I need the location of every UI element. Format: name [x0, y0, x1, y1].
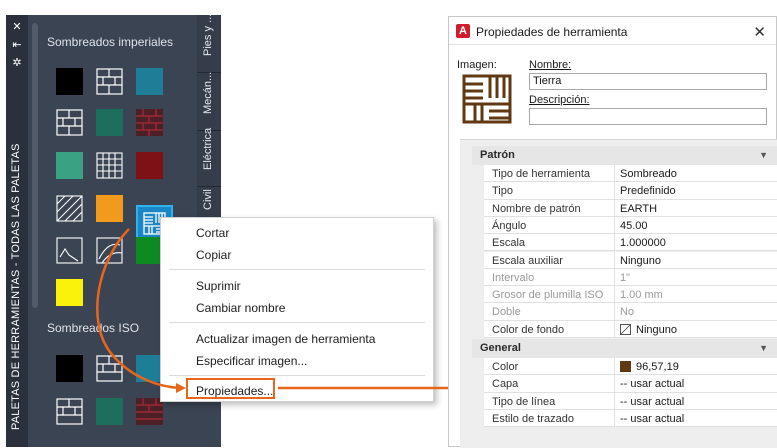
property-row[interactable]: Escala auxiliar Ninguno	[484, 251, 777, 269]
property-value: No	[620, 306, 635, 319]
property-row[interactable]: Ángulo 45.00	[484, 216, 777, 235]
collapse-icon[interactable]: ▼	[759, 339, 768, 358]
property-value[interactable]: EARTH	[620, 203, 657, 215]
property-name: Escala	[492, 237, 526, 250]
property-row[interactable]: Tipo de línea -- usar actual	[484, 392, 777, 410]
autocad-icon: A	[456, 24, 470, 38]
property-value[interactable]: 96,57,19	[620, 361, 679, 373]
property-row[interactable]: Doble No	[484, 303, 777, 321]
property-name: Tipo	[492, 185, 513, 198]
property-value[interactable]: 1.000000	[620, 237, 666, 249]
description-label: Descripción:	[529, 94, 590, 106]
property-row[interactable]: Intervalo 1"	[484, 268, 777, 287]
property-value[interactable]: Predefinido	[620, 185, 676, 197]
property-value: 1.00 mm	[620, 289, 663, 302]
property-row[interactable]: Grosor de plumilla ISO 1.00 mm	[484, 286, 777, 304]
property-name: Color de fondo	[492, 323, 565, 336]
column-divider	[614, 303, 615, 320]
property-name: Tipo de herramienta	[492, 168, 591, 180]
property-name: Color	[492, 361, 519, 373]
color-swatch-icon	[620, 361, 631, 372]
property-value[interactable]: Ninguno	[620, 255, 661, 267]
close-button[interactable]: ✕	[753, 23, 766, 41]
property-row[interactable]: Tipo de herramienta Sombreado	[484, 165, 777, 183]
property-row[interactable]: Escala 1.000000	[484, 234, 777, 252]
property-row[interactable]: Capa -- usar actual	[484, 375, 777, 393]
property-value[interactable]: Sombreado	[620, 168, 677, 180]
column-divider	[614, 358, 615, 375]
property-value[interactable]: -- usar actual	[620, 378, 684, 390]
property-row[interactable]: Color de fondo Ninguno	[484, 320, 777, 338]
category-pattern[interactable]: Patrón ▼	[472, 146, 777, 165]
no-color-icon	[620, 323, 631, 335]
image-label: Imagen:	[457, 59, 497, 71]
property-row[interactable]: Tipo Predefinido	[484, 182, 777, 200]
property-name: Tipo de línea	[492, 395, 556, 408]
property-value[interactable]: -- usar actual	[620, 413, 684, 425]
property-row[interactable]: Nombre de patrón EARTH	[484, 199, 777, 217]
column-divider	[614, 199, 615, 216]
property-name: Escala auxiliar	[492, 254, 563, 267]
property-name: Grosor de plumilla ISO	[492, 289, 604, 302]
dialog-title: Propiedades de herramienta	[476, 25, 628, 39]
property-name: Ángulo	[492, 219, 527, 232]
name-label: Nombre:	[529, 59, 572, 71]
property-row[interactable]: Estilo de trazado -- usar actual	[484, 409, 777, 428]
property-value: 1"	[620, 271, 631, 284]
name-field[interactable]: Tierra	[529, 73, 767, 90]
column-divider	[614, 409, 615, 427]
column-divider	[614, 182, 615, 199]
property-row[interactable]: Color 96,57,19	[484, 358, 777, 376]
property-value[interactable]: 45.00	[620, 220, 648, 232]
earth-hatch-preview[interactable]	[461, 73, 513, 125]
column-divider	[614, 320, 615, 337]
column-divider	[614, 392, 615, 409]
column-divider	[614, 234, 615, 251]
tool-properties-dialog: A Propiedades de herramienta ✕ Imagen: N…	[448, 16, 777, 448]
column-divider	[614, 165, 615, 182]
property-name: Estilo de trazado	[492, 412, 574, 425]
column-divider	[614, 375, 615, 392]
property-value[interactable]: -- usar actual	[620, 396, 684, 408]
category-general[interactable]: General ▼	[472, 339, 777, 358]
description-field[interactable]	[529, 108, 767, 125]
property-name: Doble	[492, 306, 521, 319]
dialog-titlebar[interactable]: A Propiedades de herramienta ✕	[449, 17, 776, 45]
property-name: Capa	[492, 378, 519, 391]
column-divider	[614, 251, 615, 268]
property-grid: Patrón ▼ Tipo de herramienta Sombreado Tip…	[460, 139, 777, 448]
property-value[interactable]: Ninguno	[620, 323, 677, 336]
column-divider	[614, 268, 615, 286]
property-name: Intervalo	[492, 271, 535, 284]
column-divider	[614, 216, 615, 234]
property-name: Nombre de patrón	[492, 202, 581, 215]
column-divider	[614, 286, 615, 303]
collapse-icon[interactable]: ▼	[759, 146, 768, 165]
